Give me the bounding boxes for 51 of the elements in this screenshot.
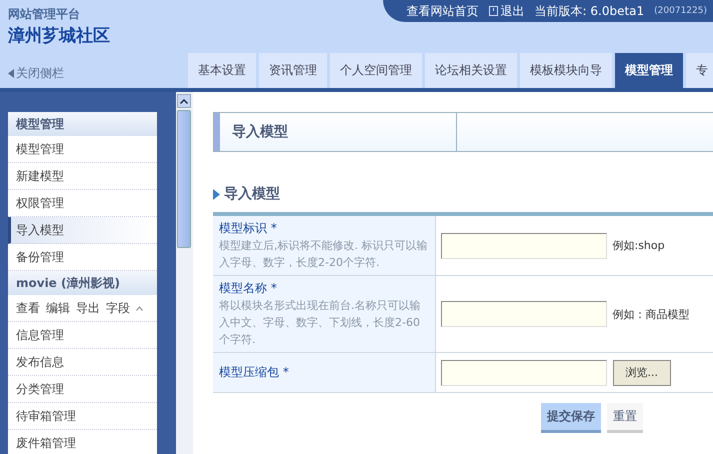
input-field[interactable] (440, 360, 606, 386)
sidebar-item[interactable]: 废件箱管理 (8, 430, 157, 454)
power-icon (488, 6, 498, 16)
browse-button[interactable]: 浏览... (612, 360, 671, 386)
input-field[interactable] (440, 301, 606, 327)
sidebar-item[interactable]: 分类管理 (8, 376, 157, 403)
collapse-icon (136, 306, 143, 310)
field-label: 模型标识 * (219, 220, 278, 237)
nav-tab[interactable]: 模型管理 (615, 53, 683, 88)
sidebar-item[interactable]: 新建模型 (8, 163, 157, 190)
example-text: 例如：商品模型 (612, 306, 690, 322)
field-hint: 模型建立后,标识将不能修改. 标识只可以输入字母、数字，长度2-20个字符. (219, 238, 428, 271)
sidebar-section-title: 模型管理 (8, 112, 157, 136)
caret-up-icon (180, 98, 188, 104)
example-text: 例如:shop (612, 238, 665, 253)
reset-button[interactable]: 重置 (607, 403, 643, 433)
sidebar-item[interactable]: 模型管理 (8, 136, 157, 163)
triangle-right-icon (213, 188, 220, 200)
logout-link[interactable]: 退出 (488, 2, 525, 20)
platform-title: 网站管理平台 (8, 6, 81, 23)
input-field[interactable] (440, 232, 606, 258)
sidebar-item[interactable]: 发布信息 (8, 349, 157, 376)
scrollbar[interactable] (176, 92, 193, 454)
nav-tab[interactable]: 基本设置 (188, 53, 256, 88)
action-link[interactable]: 查看 (16, 300, 40, 316)
action-link[interactable]: 字段 (106, 300, 130, 316)
action-link[interactable]: 导出 (76, 300, 100, 316)
triangle-left-icon (8, 69, 14, 78)
nav-tab[interactable]: 资讯管理 (259, 53, 327, 88)
sidebar-toggle-link[interactable]: 关闭侧栏 (8, 65, 188, 82)
sidebar-item[interactable]: 待审箱管理 (8, 403, 157, 430)
scroll-up-button[interactable] (177, 94, 191, 108)
field-hint: 将以模块名形式出现在前台.名称只可以输入中文、字母、数字、下划线，长度2-60个字符. (219, 298, 422, 348)
field-label: 模型名称 * (219, 280, 278, 297)
sidebar-item[interactable]: 信息管理 (8, 322, 157, 349)
scroll-thumb[interactable] (177, 110, 191, 248)
sidebar-item[interactable]: 导入模型 (8, 217, 157, 244)
field-label: 模型压缩包 * (219, 364, 290, 381)
site-name: 漳州芗城社区 (8, 25, 111, 47)
nav-tab[interactable]: 论坛相关设置 (425, 53, 517, 88)
sidebar-section-title: movie (漳州影视) (8, 271, 157, 295)
nav-tab[interactable]: 个人空间管理 (330, 53, 422, 88)
version-text: 当前版本: 6.0beta1 (534, 2, 644, 20)
header-link[interactable]: 查看网站首页 (406, 2, 479, 20)
action-link[interactable]: 编辑 (46, 300, 70, 316)
submit-button[interactable]: 提交保存 (541, 403, 601, 433)
page-title: 导入模型 (232, 123, 288, 141)
section-title: 导入模型 (224, 185, 280, 203)
nav-tab[interactable]: 模板模块向导 (520, 53, 612, 88)
nav-tab[interactable]: 专 (686, 53, 713, 88)
build-date: (20071225) (654, 6, 707, 16)
